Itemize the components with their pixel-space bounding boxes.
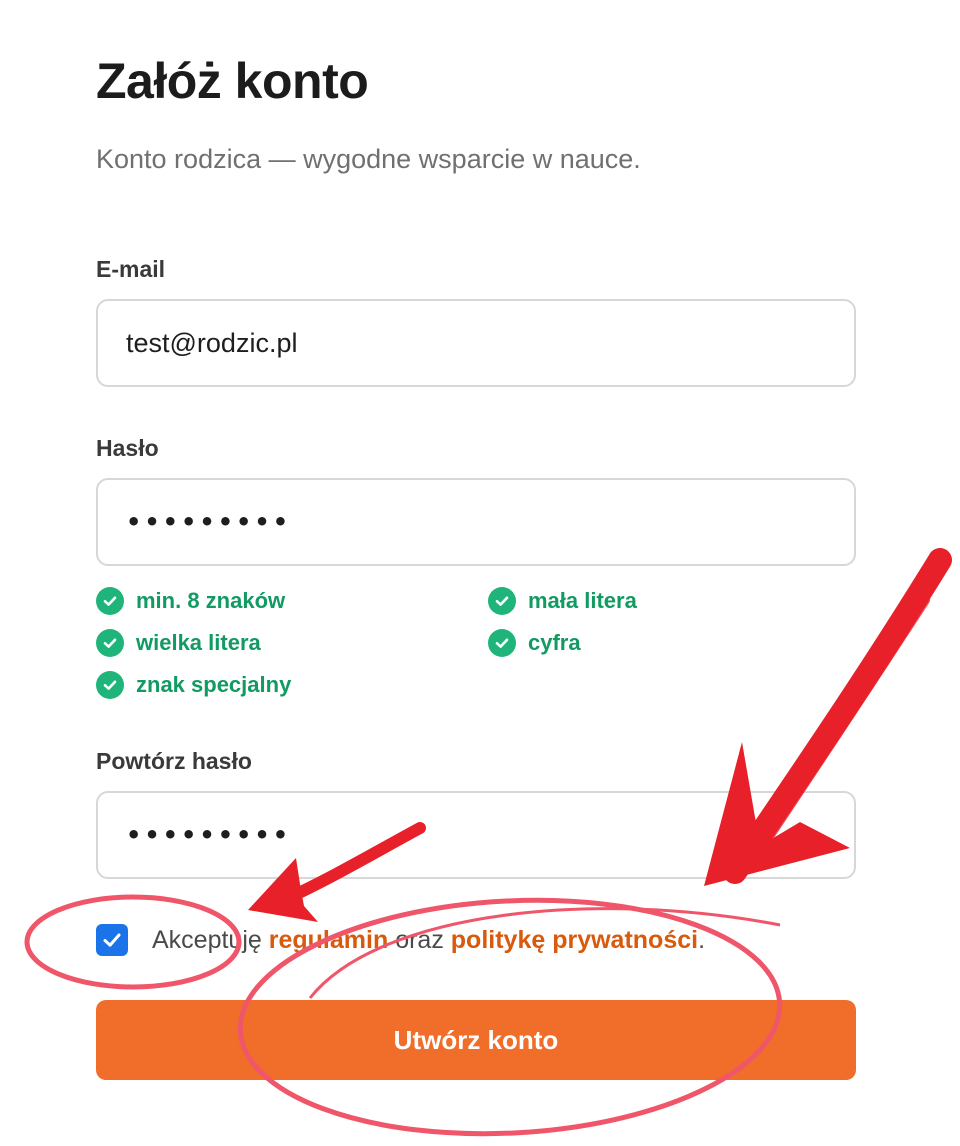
- requirement-min-length: min. 8 znaków: [96, 587, 285, 615]
- check-circle-icon: [96, 629, 124, 657]
- terms-link[interactable]: regulamin: [269, 926, 388, 955]
- password-label: Hasło: [96, 435, 159, 461]
- terms-suffix: .: [698, 925, 706, 954]
- terms-connector: oraz: [395, 925, 444, 954]
- requirement-label: mała litera: [528, 588, 637, 613]
- requirement-label: min. 8 znaków: [136, 588, 286, 613]
- page-title: Załóż konto: [96, 53, 369, 109]
- requirement-label: cyfra: [528, 630, 581, 655]
- password-field[interactable]: •••••••••: [96, 478, 856, 566]
- confirm-password-label: Powtórz hasło: [96, 748, 252, 774]
- email-label: E-mail: [96, 256, 166, 282]
- email-field[interactable]: test@rodzic.pl: [96, 299, 856, 387]
- check-circle-icon: [96, 587, 124, 615]
- terms-checkbox[interactable]: [96, 924, 128, 956]
- requirement-lowercase: mała litera: [488, 587, 637, 615]
- check-circle-icon: [488, 629, 516, 657]
- requirement-label: wielka litera: [136, 630, 261, 655]
- requirement-label: znak specjalny: [136, 672, 292, 697]
- create-account-button[interactable]: Utwórz konto: [96, 1000, 856, 1080]
- confirm-password-field[interactable]: •••••••••: [96, 791, 856, 879]
- terms-row: Akceptuję regulamin oraz politykę prywat…: [96, 924, 705, 956]
- password-value: •••••••••: [126, 508, 292, 536]
- page-subtitle: Konto rodzica — wygodne wsparcie w nauce…: [96, 144, 641, 174]
- privacy-policy-link[interactable]: politykę prywatności: [451, 926, 698, 955]
- checkmark-icon: [103, 933, 121, 947]
- check-circle-icon: [96, 671, 124, 699]
- requirement-digit: cyfra: [488, 629, 581, 657]
- terms-prefix: Akceptuję: [152, 925, 262, 954]
- requirement-uppercase: wielka litera: [96, 629, 261, 657]
- check-circle-icon: [488, 587, 516, 615]
- requirement-special-char: znak specjalny: [96, 671, 291, 699]
- email-value: test@rodzic.pl: [126, 327, 298, 358]
- confirm-password-value: •••••••••: [126, 821, 292, 849]
